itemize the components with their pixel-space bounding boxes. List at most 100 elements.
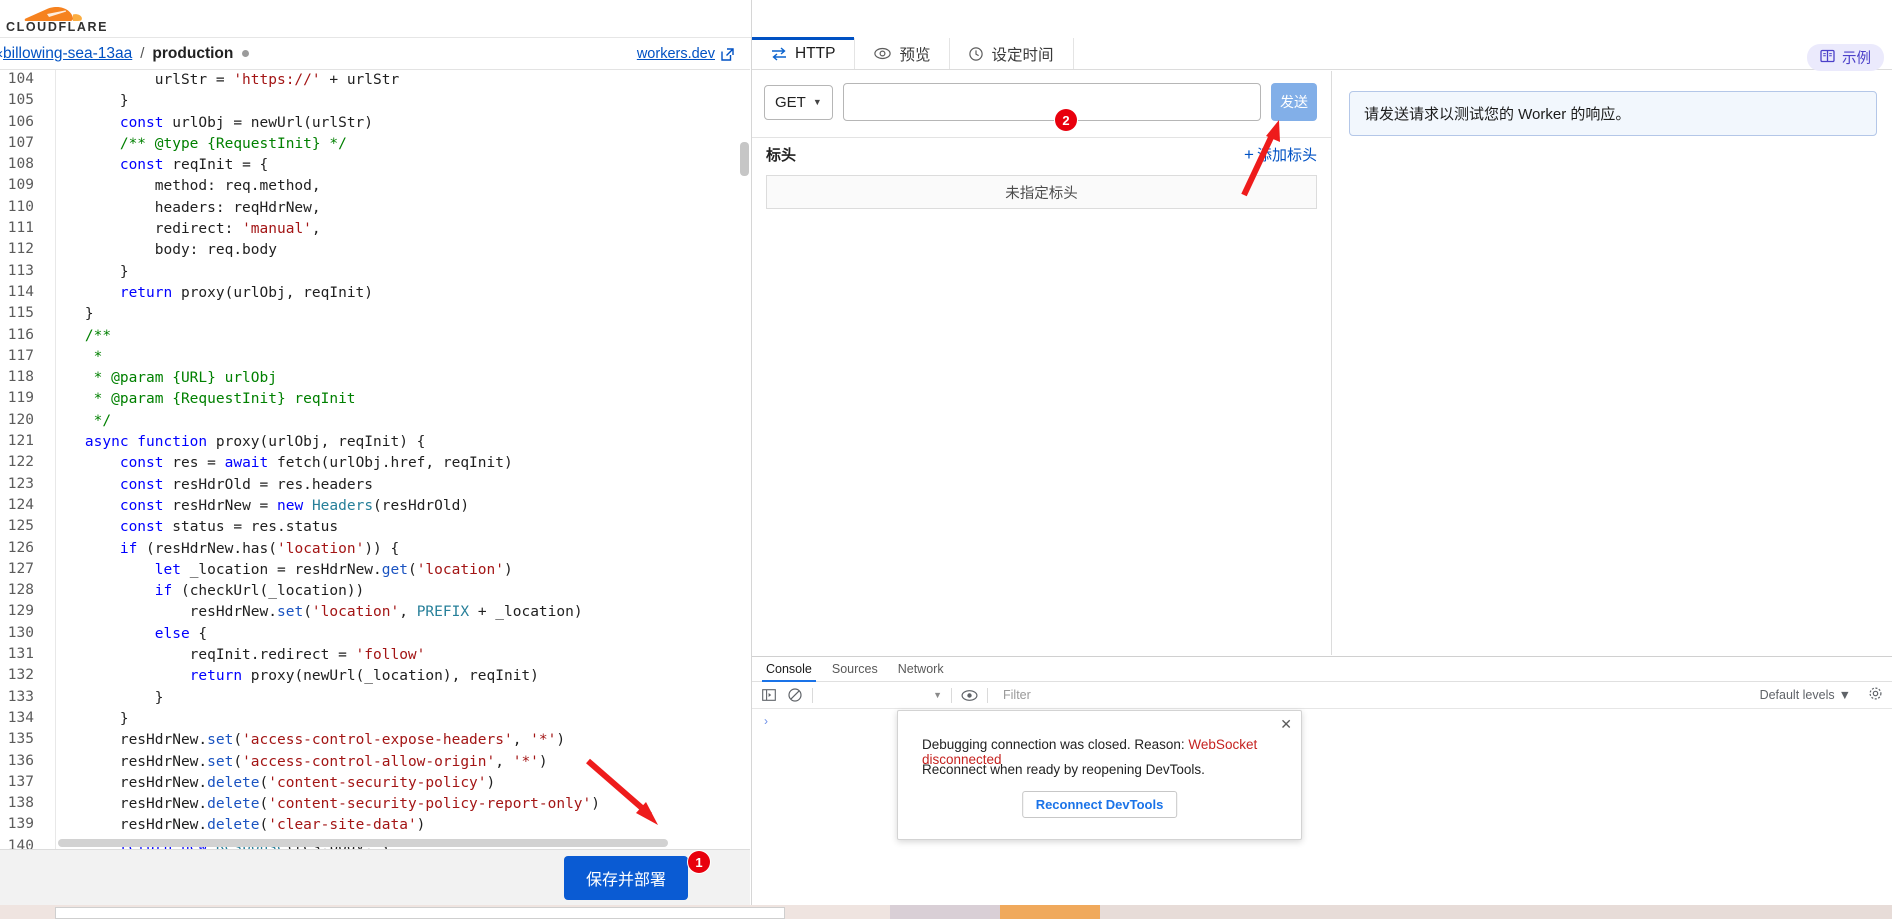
code-line-text[interactable]: } [44,709,601,730]
code-line-text[interactable]: */ [44,411,601,432]
code-line-text[interactable]: return proxy(newUrl(_location), reqInit) [44,666,601,687]
request-url-input[interactable] [842,83,1261,121]
line-number: 128 [7,582,34,599]
tab-http-label: HTTP [795,44,836,62]
code-line-text[interactable]: * @param {RequestInit} reqInit [44,389,601,410]
code-line-text[interactable]: const resHdrOld = res.headers [44,475,601,496]
code-line-text[interactable]: if (resHdrNew.has('location')) { [44,539,601,560]
toolbar-divider [951,687,952,703]
code-line-text[interactable]: if (checkUrl(_location)) [44,581,601,602]
breadcrumb-separator: / [140,45,145,62]
code-line-text[interactable]: } [44,688,601,709]
devtools-tabbar: Console Sources Network [752,657,1892,682]
code-line-text[interactable]: resHdrNew.delete('content-security-polic… [44,773,601,794]
code-line-text[interactable]: resHdrNew.delete('content-security-polic… [44,794,601,815]
code-line-text[interactable]: resHdrNew.delete('clear-site-data') [44,815,601,836]
line-number: 121 [7,433,34,450]
headers-title: 标头 [766,147,797,164]
console-context-select[interactable]: ▼ [822,690,942,700]
code-line-text[interactable]: async function proxy(urlObj, reqInit) { [44,432,601,453]
devtools-tab-sources[interactable]: Sources [832,657,878,682]
tab-preview[interactable]: 预览 [855,38,951,69]
code-line-text[interactable]: let _location = resHdrNew.get('location'… [44,560,601,581]
code-line-text[interactable]: /** [44,326,601,347]
examples-chip[interactable]: 示例 [1807,44,1884,71]
code-line: 127 let _location = resHdrNew.get('locat… [0,560,601,581]
line-number: 119 [7,390,34,407]
code-line-text[interactable]: resHdrNew.set('location', PREFIX + _loca… [44,602,601,623]
environment-status-dot [242,50,250,57]
add-header-button[interactable]: + 添加标头 [1244,144,1317,165]
line-number: 135 [7,731,34,748]
breadcrumb-environment: production [152,44,234,62]
code-line: 110 headers: reqHdrNew, [0,198,601,219]
line-number: 120 [7,411,34,428]
code-line: 136 resHdrNew.set('access-control-allow-… [0,752,601,773]
code-line-text[interactable]: resHdrNew.set('access-control-allow-orig… [44,752,601,773]
editor-horizontal-scrollbar[interactable] [58,839,668,847]
close-icon[interactable]: ✕ [1280,716,1292,733]
code-line: 131 reqInit.redirect = 'follow' [0,645,601,666]
line-number: 113 [7,262,34,279]
code-line-text[interactable]: } [44,304,601,325]
code-line-text[interactable]: /** @type {RequestInit} */ [44,134,601,155]
line-number: 110 [7,198,34,215]
console-sidebar-icon[interactable] [760,687,777,704]
chevron-down-icon: ▼ [812,97,822,107]
tab-http[interactable]: HTTP [752,37,856,69]
clear-console-icon[interactable] [786,687,803,704]
send-request-button[interactable]: 发送 [1271,83,1317,121]
devtools-settings-gear-icon[interactable] [1868,686,1883,704]
code-line: 118 * @param {URL} urlObj [0,368,601,389]
line-number: 134 [7,709,34,726]
breadcrumb-project-link[interactable]: billowing-sea-13aa [3,45,132,63]
live-expression-eye-icon[interactable] [961,687,978,704]
devtools-tab-network[interactable]: Network [898,657,944,682]
http-method-select[interactable]: GET ▼ [764,84,833,120]
reconnect-devtools-button[interactable]: Reconnect DevTools [1021,791,1178,818]
code-line-text[interactable]: } [44,262,601,283]
code-line: 137 resHdrNew.delete('content-security-p… [0,773,601,794]
tab-set-time[interactable]: 设定时间 [950,38,1074,69]
code-line-text[interactable]: else { [44,624,601,645]
code-line-text[interactable]: const urlObj = newUrl(urlStr) [44,113,601,134]
cloudflare-logo[interactable]: CLOUDFLARE [6,5,108,33]
code-line-text[interactable]: const res = await fetch(urlObj.href, req… [44,453,601,474]
code-scroll-area[interactable]: 104 urlStr = 'https://' + urlStr 105 } 106… [0,70,750,849]
editor-footer: 保存并部署 [0,849,750,905]
code-line-text[interactable]: const status = res.status [44,517,601,538]
code-line-text[interactable]: * @param {URL} urlObj [44,368,601,389]
line-number: 136 [7,752,34,769]
devtools-dock: Console Sources Network ▼ Filter Default… [752,656,1892,919]
console-levels-select[interactable]: Default levels ▼ [1760,688,1851,702]
line-number: 118 [7,369,34,386]
devtools-tab-console[interactable]: Console [762,657,816,682]
line-number: 104 [7,71,34,87]
code-line-text[interactable]: body: req.body [44,240,601,261]
code-line-text[interactable]: resHdrNew.set('access-control-expose-hea… [44,730,601,751]
code-line-text[interactable]: return proxy(urlObj, reqInit) [44,283,601,304]
request-panel: GET ▼ 发送 标头 + 添加标头 未指定标头 [752,71,1332,655]
line-number: 122 [7,454,34,471]
code-line: 108 const reqInit = { [0,155,601,176]
save-and-deploy-button[interactable]: 保存并部署 [563,855,688,900]
code-line-text[interactable]: } [44,91,601,112]
workers-dev-link[interactable]: workers.dev [637,38,734,70]
code-line-text[interactable]: redirect: 'manual', [44,219,601,240]
code-line-text[interactable]: method: req.method, [44,176,601,197]
breadcrumb: ‹ billowing-sea-13aa / production worker… [0,38,750,70]
code-line: 120 */ [0,411,601,432]
editor-vertical-scrollbar[interactable] [740,142,749,176]
code-line-text[interactable]: headers: reqHdrNew, [44,198,601,219]
line-number: 138 [7,795,34,812]
code-line-text[interactable]: const reqInit = { [44,155,601,176]
line-number: 106 [7,113,34,130]
line-number: 111 [7,220,34,237]
code-line-text[interactable]: urlStr = 'https://' + urlStr [44,70,601,91]
code-line-text[interactable]: * [44,347,601,368]
console-filter-input[interactable]: Filter [997,688,1417,702]
code-line-text[interactable]: const resHdrNew = new Headers(resHdrOld) [44,496,601,517]
code-editor[interactable]: 104 urlStr = 'https://' + urlStr 105 } 106… [0,70,750,849]
code-line-text[interactable]: reqInit.redirect = 'follow' [44,645,601,666]
code-line: 128 if (checkUrl(_location)) [0,581,601,602]
